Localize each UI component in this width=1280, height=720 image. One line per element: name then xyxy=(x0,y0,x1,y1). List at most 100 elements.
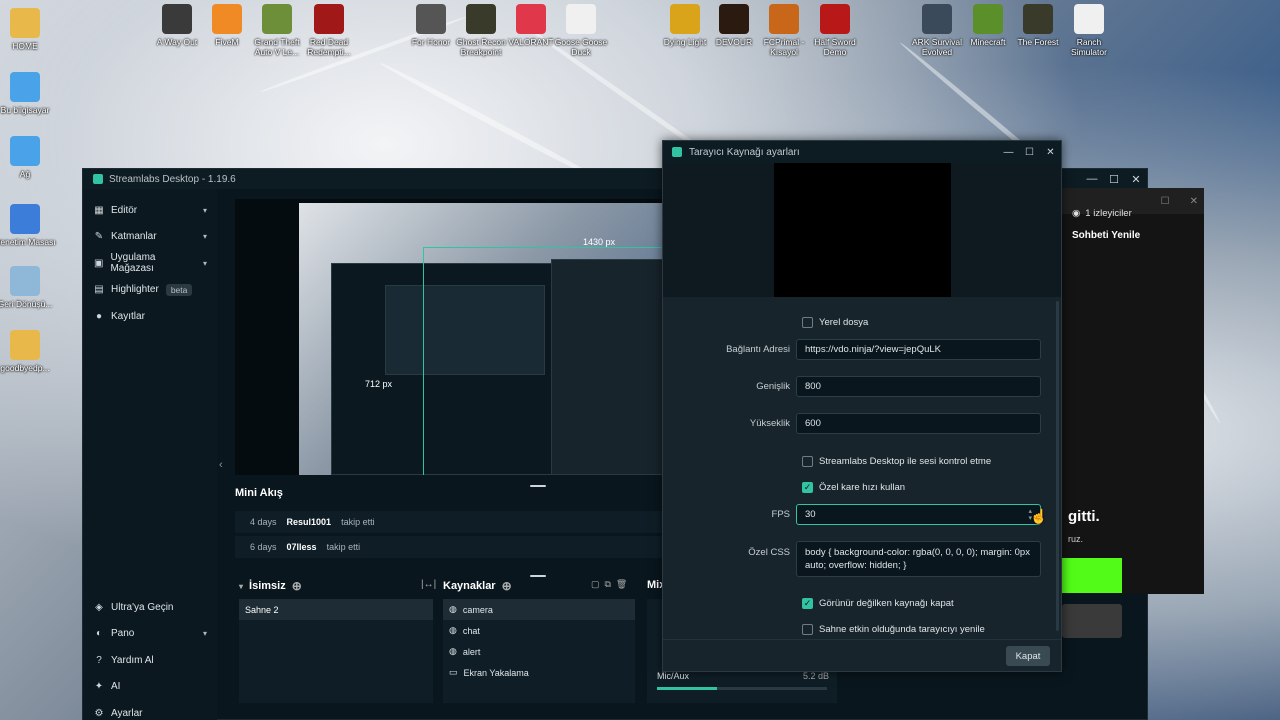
sidebar-item-dashboard[interactable]: ◐ Pano ▾ xyxy=(83,621,217,648)
desktop-icon-label: Denetim Masası xyxy=(0,237,56,247)
desktop-icon[interactable]: goodbyedp... xyxy=(0,330,56,373)
game-icon xyxy=(820,4,850,34)
chat-refresh-button[interactable]: Sohbeti Yenile xyxy=(1072,230,1140,241)
add-source-icon[interactable]: ⊕ xyxy=(502,579,512,593)
close-icon[interactable]: ✕ xyxy=(1125,173,1147,186)
custom-fps-checkbox[interactable]: ✓ Özel kare hızı kullan xyxy=(802,482,905,493)
source-label: alert xyxy=(462,646,481,657)
control-panel-icon xyxy=(10,204,40,234)
minimize-icon[interactable]: — xyxy=(998,147,1019,158)
desktop-icon[interactable]: Red Dead Redempti... xyxy=(298,4,360,57)
sidebar-item-settings[interactable]: ⚙ Ayarlar xyxy=(83,700,217,720)
sidebar-item-layers[interactable]: ✎ Katmanlar ▾ xyxy=(83,224,217,251)
shutdown-checkbox[interactable]: ✓ Görünür değilken kaynağı kapat xyxy=(802,598,954,609)
resize-handle[interactable] xyxy=(530,485,546,487)
chevron-down-icon: ▾ xyxy=(202,205,207,215)
primary-action-button[interactable] xyxy=(1062,558,1122,593)
fps-label: FPS xyxy=(771,509,790,520)
network-icon xyxy=(10,136,40,166)
local-file-checkbox[interactable]: Yerel dosya xyxy=(802,317,868,328)
close-icon[interactable]: ✕ xyxy=(1190,196,1198,207)
secondary-action-button[interactable] xyxy=(1062,604,1122,638)
desktop-icon[interactable]: Ranch Simulator xyxy=(1058,4,1120,57)
sidebar-item-recordings[interactable]: ● Kayıtlar xyxy=(83,303,217,330)
close-icon[interactable]: ✕ xyxy=(1040,147,1061,158)
game-icon xyxy=(416,4,446,34)
checkbox-icon[interactable] xyxy=(802,456,813,467)
source-tools-icons[interactable]: ▢⧉🗑 xyxy=(591,579,632,590)
feed-item: 6 days 07lless takip etti xyxy=(235,536,665,558)
dialog-scrollbar[interactable] xyxy=(1056,301,1059,631)
maximize-icon[interactable]: ☐ xyxy=(1161,196,1170,207)
desktop-icon-label: Geri Dönüşü... xyxy=(0,299,53,309)
sidebar-item-label: Uygulama Mağazası xyxy=(110,252,156,275)
width-input[interactable]: 800 xyxy=(796,376,1041,397)
desktop-icon[interactable]: Goose Goose Duck xyxy=(550,4,612,57)
browser-subtext: ruz. xyxy=(1068,534,1084,544)
scenes-list: Sahne 2 xyxy=(239,599,433,703)
game-icon xyxy=(1074,4,1104,34)
chevron-down-icon: ▾ xyxy=(202,258,207,268)
fps-input[interactable]: 30 ▴ ▾ xyxy=(796,504,1041,525)
feed-user: 07lless xyxy=(286,542,317,552)
desktop-icon[interactable]: HOME xyxy=(0,8,56,51)
preview-canvas[interactable]: 1430 px 712 px xyxy=(235,199,665,475)
resize-handle[interactable] xyxy=(530,575,546,577)
collapse-sidebar-icon[interactable]: ‹ xyxy=(219,459,223,471)
scene-item[interactable]: Sahne 2 xyxy=(239,599,433,620)
chevron-down-icon: ▾ xyxy=(202,629,207,639)
checkbox-icon[interactable]: ✓ xyxy=(802,598,813,609)
game-icon xyxy=(314,4,344,34)
close-button[interactable]: Kapat xyxy=(1006,646,1050,666)
checkbox-icon[interactable] xyxy=(802,317,813,328)
source-item[interactable]: ◍ alert xyxy=(443,641,635,662)
sidebar-item-store[interactable]: ▣ Uygulama Mağazası ▾ xyxy=(83,250,217,277)
desktop-icon[interactable]: Half Sword Demo xyxy=(804,4,866,57)
cursor-icon: ☝ xyxy=(1030,508,1048,524)
desktop-icon-label: Bu bilgisayar xyxy=(0,105,50,115)
url-row: Bağlantı Adresi https://vdo.ninja/?view=… xyxy=(663,339,1061,360)
chevron-down-icon[interactable]: ▾ xyxy=(239,582,243,591)
volume-slider[interactable] xyxy=(657,687,827,690)
css-textarea[interactable]: body { background-color: rgba(0, 0, 0, 0… xyxy=(796,541,1041,577)
desktop-icon[interactable]: Denetim Masası xyxy=(0,204,56,247)
source-item[interactable]: ▭ Ekran Yakalama xyxy=(443,662,635,683)
checkbox-label: Sahne etkin olduğunda tarayıcıyı yenile xyxy=(819,624,985,635)
desktop-icon-label: Red Dead Redempti... xyxy=(307,37,351,57)
source-item[interactable]: ◍ chat xyxy=(443,620,635,641)
refresh-checkbox[interactable]: Sahne etkin olduğunda tarayıcıyı yenile xyxy=(802,624,985,635)
minimize-icon[interactable]: — xyxy=(1081,173,1103,186)
scene-transitions-icon[interactable]: |↔| xyxy=(421,579,436,590)
sidebar-item-ultra[interactable]: ◈ Ultra'ya Geçin xyxy=(83,594,217,621)
add-scene-icon[interactable]: ⊕ xyxy=(292,579,302,593)
maximize-icon[interactable]: ☐ xyxy=(1103,173,1125,186)
browser-heading: gitti. xyxy=(1068,508,1100,525)
desktop-icon[interactable]: Ağ xyxy=(0,136,56,179)
folder-icon xyxy=(10,330,40,360)
sidebar-item-ai[interactable]: ✦ AI xyxy=(83,674,217,701)
feed-action: takip etti xyxy=(326,542,361,552)
desktop-icon[interactable]: Bu bilgisayar xyxy=(0,72,56,115)
game-icon xyxy=(922,4,952,34)
dialog-title: Tarayıcı Kaynağı ayarları xyxy=(689,146,800,158)
game-icon xyxy=(466,4,496,34)
maximize-icon[interactable]: ☐ xyxy=(1019,147,1040,158)
globe-icon: ◍ xyxy=(449,646,457,656)
folder-icon xyxy=(10,8,40,38)
sidebar-item-editor[interactable]: ▦ Editör ▾ xyxy=(83,197,217,224)
source-item[interactable]: ◍ camera xyxy=(443,599,635,620)
sidebar-item-help[interactable]: ? Yardım Al xyxy=(83,647,217,674)
dialog-footer: Kapat xyxy=(663,639,1061,671)
desktop-icon[interactable]: Geri Dönüşü... xyxy=(0,266,56,309)
control-audio-checkbox[interactable]: Streamlabs Desktop ile sesi kontrol etme xyxy=(802,456,991,467)
checkbox-icon[interactable] xyxy=(802,624,813,635)
url-input[interactable]: https://vdo.ninja/?view=jepQuLK xyxy=(796,339,1041,360)
dialog-titlebar[interactable]: Tarayıcı Kaynağı ayarları — ☐ ✕ xyxy=(663,141,1061,163)
height-input[interactable]: 600 xyxy=(796,413,1041,434)
checkbox-label: Özel kare hızı kullan xyxy=(819,482,906,493)
game-icon xyxy=(162,4,192,34)
sidebar-item-highlighter[interactable]: ▤ Highlighter beta xyxy=(83,277,217,304)
css-label: Özel CSS xyxy=(748,547,790,558)
sidebar-item-label: AI xyxy=(111,681,121,693)
checkbox-icon[interactable]: ✓ xyxy=(802,482,813,493)
